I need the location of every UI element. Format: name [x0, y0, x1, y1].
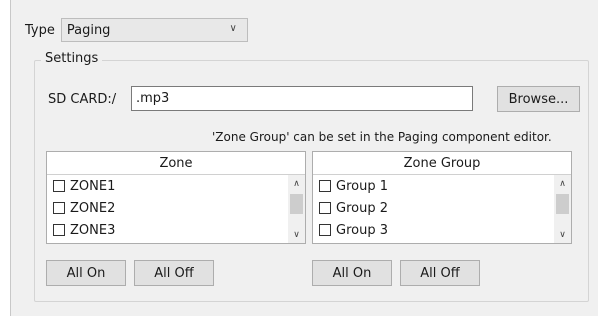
sd-card-input-value: .mp3	[136, 91, 170, 106]
checkbox[interactable]	[53, 180, 65, 192]
zone-all-off-button[interactable]: All Off	[134, 260, 214, 286]
checkbox[interactable]	[53, 202, 65, 214]
scroll-down-icon[interactable]: ∨	[554, 226, 571, 243]
zone-list[interactable]: Zone ZONE1 ZONE2 ZONE3 ∧ ∨	[46, 151, 306, 244]
scroll-up-icon[interactable]: ∧	[288, 175, 305, 192]
zone-group-scrollbar[interactable]: ∧ ∨	[554, 175, 571, 243]
zone-all-on-button[interactable]: All On	[46, 260, 126, 286]
group-item-label: Group 1	[336, 178, 388, 194]
chevron-down-icon: ∨	[229, 23, 237, 34]
zone-group-list[interactable]: Zone Group Group 1 Group 2 Group 3 ∧ ∨	[312, 151, 572, 244]
zone-group-list-body: Group 1 Group 2 Group 3 ∧ ∨	[313, 175, 571, 243]
zone-list-body: ZONE1 ZONE2 ZONE3 ∧ ∨	[47, 175, 305, 243]
zone-item-label: ZONE3	[70, 222, 116, 238]
sd-card-label: SD CARD:/	[48, 92, 117, 107]
scroll-thumb[interactable]	[290, 194, 303, 214]
scroll-down-icon[interactable]: ∨	[288, 226, 305, 243]
zone-scrollbar[interactable]: ∧ ∨	[288, 175, 305, 243]
group-all-off-button[interactable]: All Off	[400, 260, 480, 286]
type-select-value: Paging	[66, 22, 111, 38]
zone-item-label: ZONE2	[70, 200, 116, 216]
scroll-up-icon[interactable]: ∧	[554, 175, 571, 192]
group-item-label: Group 3	[336, 222, 388, 238]
list-item[interactable]: ZONE1	[47, 175, 305, 197]
properties-panel: Type Paging ∨ Settings SD CARD:/ .mp3 Br…	[10, 0, 598, 316]
checkbox[interactable]	[319, 202, 331, 214]
list-item[interactable]: ZONE2	[47, 197, 305, 219]
settings-legend: Settings	[41, 51, 103, 66]
list-item[interactable]: ZONE3	[47, 219, 305, 241]
checkbox[interactable]	[53, 224, 65, 236]
zone-item-label: ZONE1	[70, 178, 116, 194]
group-all-on-button[interactable]: All On	[312, 260, 392, 286]
sd-card-input[interactable]: .mp3	[131, 86, 473, 111]
zone-list-header: Zone	[47, 152, 305, 175]
type-label: Type	[25, 22, 55, 38]
list-item[interactable]: Group 2	[313, 197, 571, 219]
list-item[interactable]: Group 1	[313, 175, 571, 197]
list-item[interactable]: Group 3	[313, 219, 571, 241]
group-item-label: Group 2	[336, 200, 388, 216]
browse-button[interactable]: Browse...	[497, 86, 580, 112]
zone-group-list-header: Zone Group	[313, 152, 571, 175]
type-select[interactable]: Paging ∨	[60, 18, 248, 42]
checkbox[interactable]	[319, 180, 331, 192]
type-row: Type Paging ∨	[25, 18, 248, 42]
zone-group-hint: 'Zone Group' can be set in the Paging co…	[212, 130, 552, 144]
scroll-thumb[interactable]	[556, 194, 569, 214]
checkbox[interactable]	[319, 224, 331, 236]
